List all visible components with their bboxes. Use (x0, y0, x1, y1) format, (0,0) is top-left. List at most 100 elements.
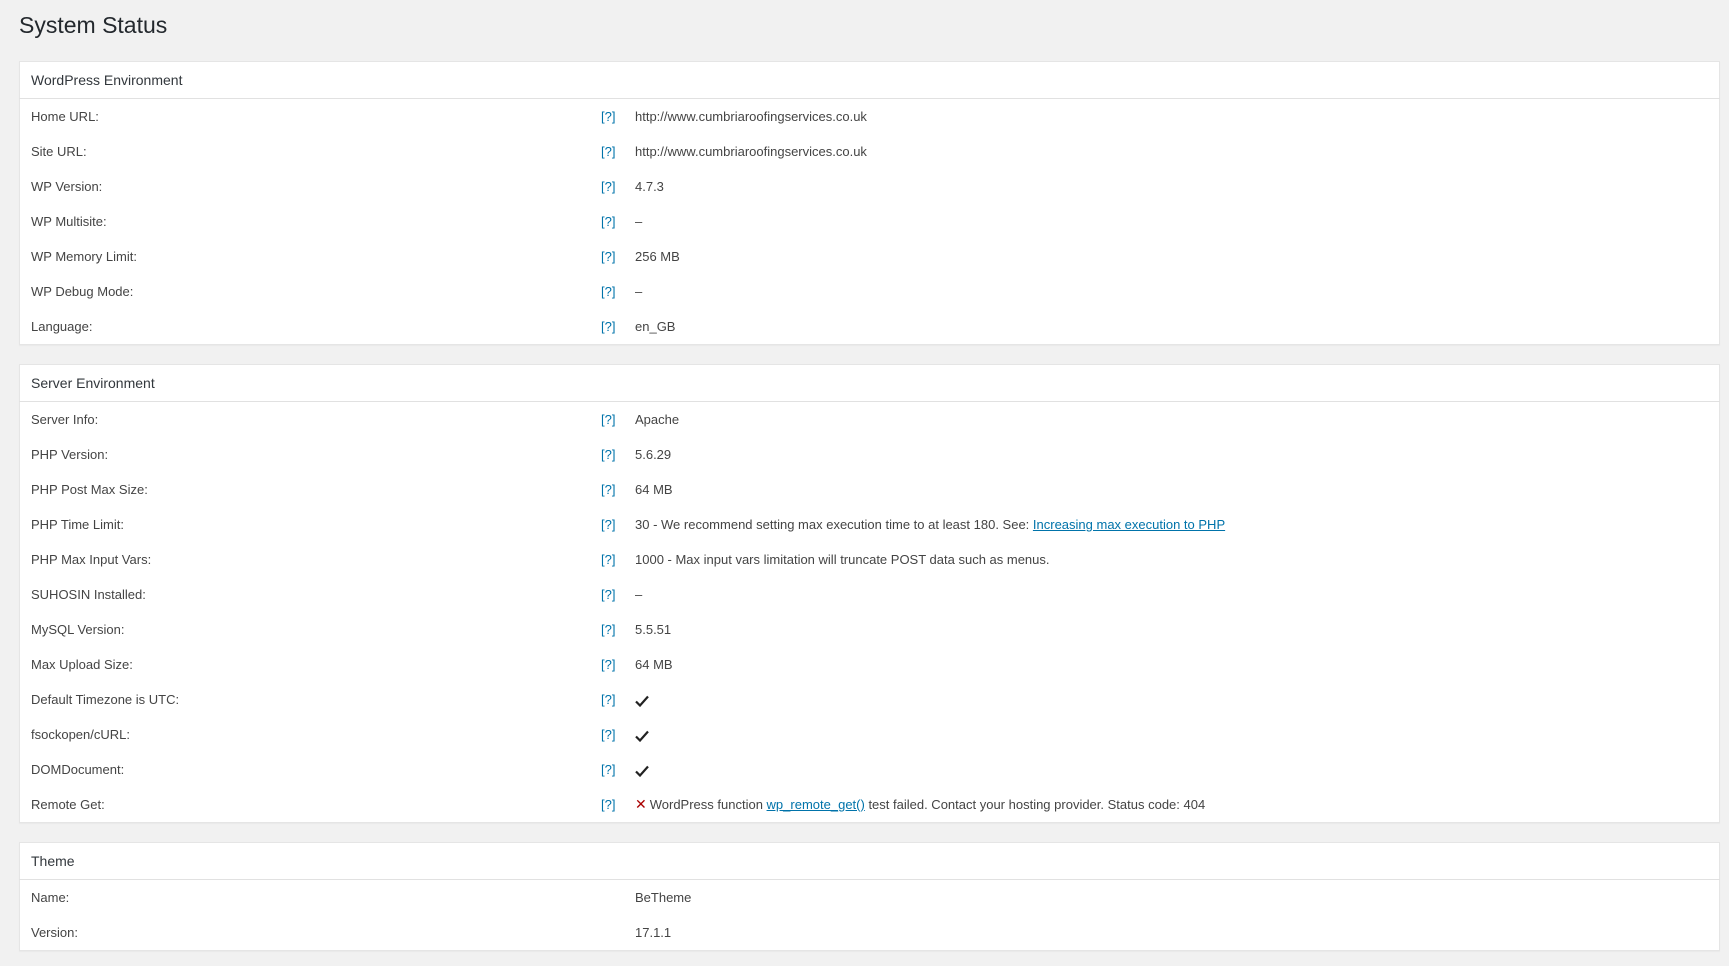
row-label: DOMDocument: (31, 762, 125, 777)
row-value: 64 MB (635, 482, 673, 497)
server-environment-heading: Server Environment (19, 364, 1720, 402)
x-icon: ✕ (635, 796, 647, 812)
row-label: Site URL: (31, 144, 87, 159)
help-tip[interactable]: [?] (601, 762, 615, 777)
time-limit-warning: 30 - We recommend setting max execution … (635, 507, 1720, 542)
row-label: fsockopen/cURL: (31, 727, 130, 742)
increasing-max-execution-link[interactable]: Increasing max execution to PHP (1033, 517, 1225, 532)
table-row: Default Timezone is UTC: [?] (20, 682, 1720, 717)
row-label: MySQL Version: (31, 622, 125, 637)
row-label: Max Upload Size: (31, 657, 133, 672)
theme-table: Theme Name: BeTheme Version: 17.1.1 (19, 842, 1720, 951)
row-value (635, 752, 1720, 787)
help-tip[interactable]: [?] (601, 447, 615, 462)
row-value: http://www.cumbriaroofingservices.co.uk (635, 109, 867, 124)
row-label: PHP Post Max Size: (31, 482, 148, 497)
help-tip[interactable]: [?] (601, 692, 615, 707)
remote-get-text-after: test failed. Contact your hosting provid… (864, 797, 1206, 812)
table-row: Remote Get: [?] ✕ WordPress function wp_r… (20, 787, 1720, 823)
table-row: PHP Version: [?] 5.6.29 (20, 437, 1720, 472)
help-tip[interactable]: [?] (601, 482, 615, 497)
theme-heading: Theme (19, 842, 1720, 880)
help-tip[interactable]: [?] (601, 552, 615, 567)
table-row: Home URL: [?] http://www.cumbriaroofings… (20, 99, 1720, 135)
remote-get-text-before: WordPress function (649, 797, 767, 812)
row-value: http://www.cumbriaroofingservices.co.uk (635, 144, 867, 159)
help-tip[interactable]: [?] (601, 622, 615, 637)
table-row: PHP Time Limit: [?] 30 - We recommend se… (20, 507, 1720, 542)
table-row: Server Info: [?] Apache (20, 402, 1720, 438)
table-row: WP Debug Mode: [?] – (20, 274, 1720, 309)
table-row: Language: [?] en_GB (20, 309, 1720, 345)
row-value: – (635, 214, 643, 229)
memory-limit-value: 256 MB (635, 249, 680, 264)
row-value: – (635, 587, 643, 602)
check-icon (635, 695, 649, 707)
table-row: DOMDocument: [?] (20, 752, 1720, 787)
table-row: PHP Max Input Vars: [?] 1000 - Max input… (20, 542, 1720, 577)
table-row: fsockopen/cURL: [?] (20, 717, 1720, 752)
help-tip[interactable]: [?] (601, 727, 615, 742)
wordpress-environment-table: WordPress Environment Home URL: [?] http… (19, 61, 1720, 345)
help-tip[interactable]: [?] (601, 797, 615, 812)
row-value: 4.7.3 (635, 179, 664, 194)
wp-remote-get-link[interactable]: wp_remote_get() (767, 797, 865, 812)
row-value: 64 MB (635, 657, 673, 672)
help-tip[interactable]: [?] (601, 179, 615, 194)
row-label: Home URL: (31, 109, 99, 124)
row-label: Server Info: (31, 412, 99, 427)
row-value: 5.5.51 (635, 622, 672, 637)
table-row: Site URL: [?] http://www.cumbriaroofings… (20, 134, 1720, 169)
theme-version-value: 17.1.1 (635, 925, 672, 940)
row-label: SUHOSIN Installed: (31, 587, 146, 602)
table-row: Version: 17.1.1 (20, 915, 1720, 951)
table-row: SUHOSIN Installed: [?] – (20, 577, 1720, 612)
check-icon (635, 765, 649, 777)
time-limit-text: 30 - We recommend setting max execution … (635, 517, 1033, 532)
help-tip[interactable]: [?] (601, 587, 615, 602)
row-label: Language: (31, 319, 93, 334)
row-label: PHP Max Input Vars: (31, 552, 152, 567)
help-tip[interactable]: [?] (601, 214, 615, 229)
help-tip[interactable]: [?] (601, 284, 615, 299)
row-label: WP Version: (31, 179, 103, 194)
row-label: WP Debug Mode: (31, 284, 134, 299)
row-label: Version: (31, 925, 78, 940)
empty-help-cell (601, 915, 635, 951)
table-row: WP Memory Limit: [?] 256 MB (20, 239, 1720, 274)
check-icon (635, 730, 649, 742)
table-row: PHP Post Max Size: [?] 64 MB (20, 472, 1720, 507)
table-row: WP Multisite: [?] – (20, 204, 1720, 239)
wordpress-environment-heading: WordPress Environment (19, 61, 1720, 99)
row-label: WP Multisite: (31, 214, 107, 229)
table-row: MySQL Version: [?] 5.5.51 (20, 612, 1720, 647)
help-tip[interactable]: [?] (601, 517, 615, 532)
help-tip[interactable]: [?] (601, 657, 615, 672)
help-tip[interactable]: [?] (601, 319, 615, 334)
row-value: Apache (635, 412, 680, 427)
table-row: Name: BeTheme (20, 880, 1720, 916)
row-label: WP Memory Limit: (31, 249, 137, 264)
page-title: System Status (19, 12, 168, 38)
theme-name-value: BeTheme (635, 890, 692, 905)
help-tip[interactable]: [?] (601, 412, 615, 427)
server-environment-table: Server Environment Server Info: [?] Apac… (19, 364, 1720, 823)
system-status-page: System Status WordPress Environment Home… (0, 0, 1729, 966)
row-value: en_GB (635, 319, 676, 334)
help-tip[interactable]: [?] (601, 249, 615, 264)
row-label: Remote Get: (31, 797, 105, 812)
row-value (635, 682, 1720, 717)
max-input-vars-warning: 1000 - Max input vars limitation will tr… (635, 552, 1050, 567)
row-value: – (635, 284, 643, 299)
table-row: WP Version: [?] 4.7.3 (20, 169, 1720, 204)
row-label: PHP Version: (31, 447, 109, 462)
row-value: 5.6.29 (635, 447, 672, 462)
help-tip[interactable]: [?] (601, 144, 615, 159)
row-value (635, 717, 1720, 752)
help-tip[interactable]: [?] (601, 109, 615, 124)
row-label: Name: (31, 890, 70, 905)
table-row: Max Upload Size: [?] 64 MB (20, 647, 1720, 682)
row-label: Default Timezone is UTC: (31, 692, 180, 707)
row-label: PHP Time Limit: (31, 517, 124, 532)
empty-help-cell (601, 880, 635, 916)
